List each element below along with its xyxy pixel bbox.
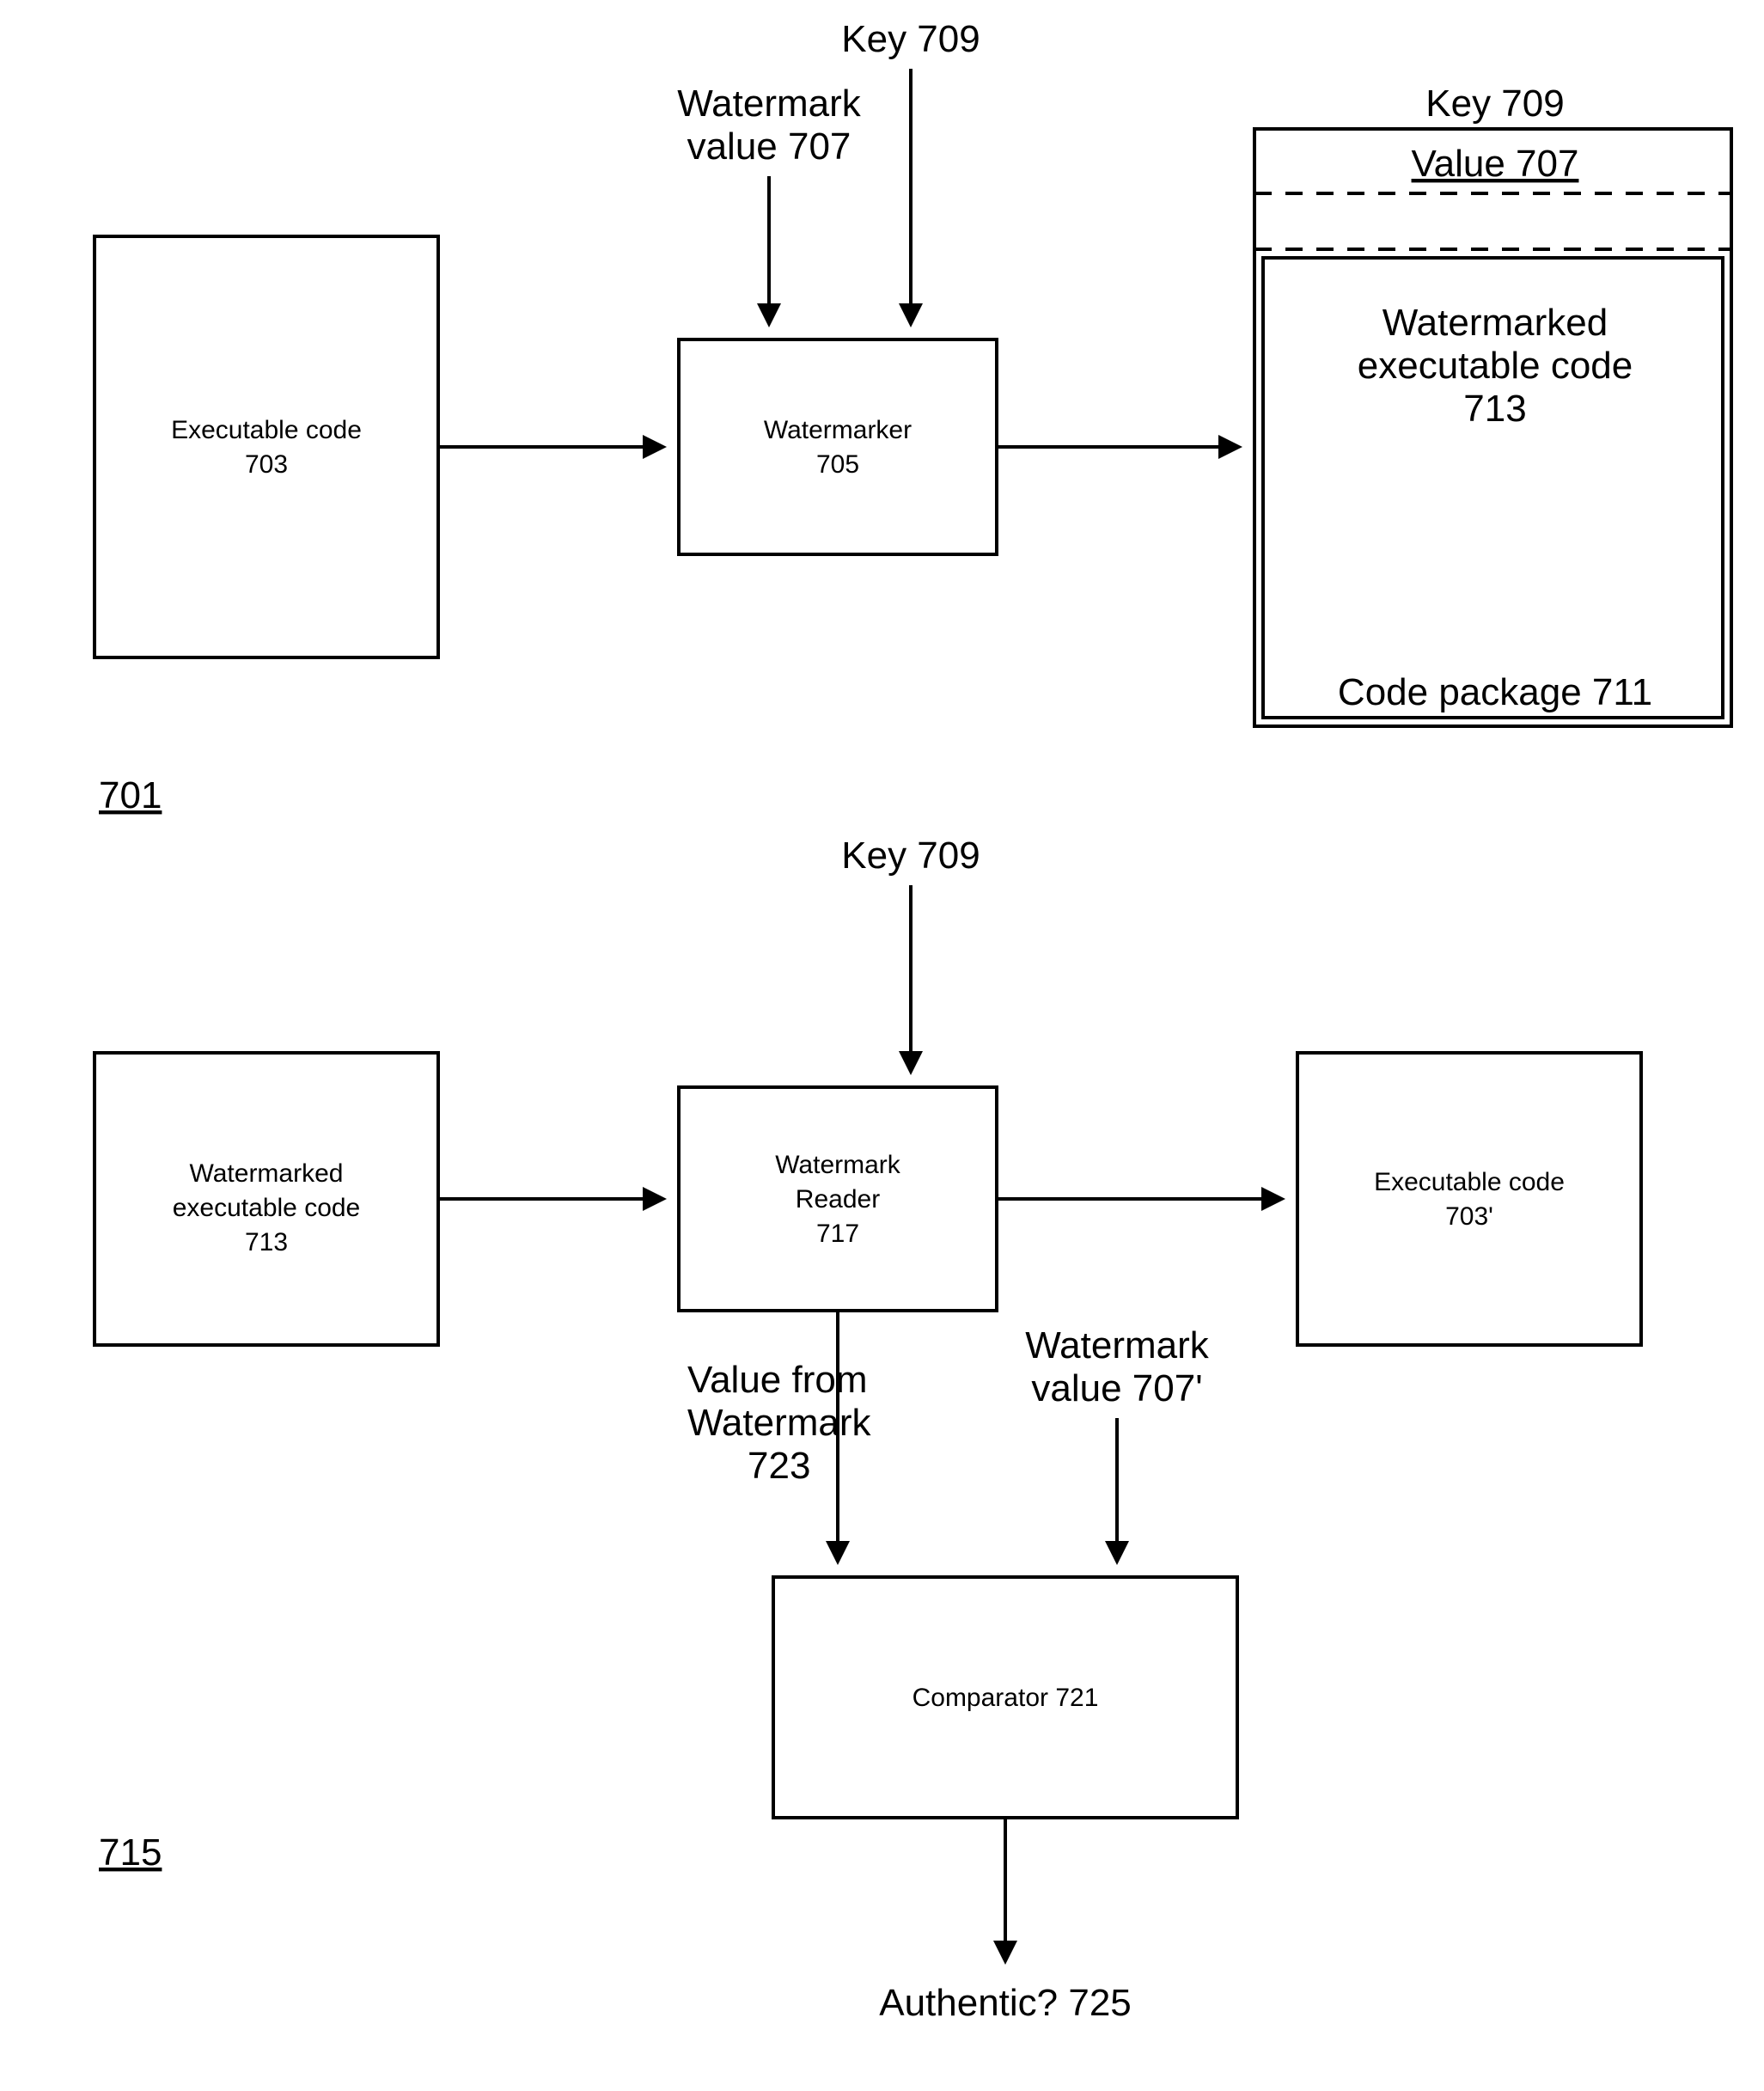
executable-code-line2: 703 <box>245 450 288 479</box>
watermark-reader-line1: Watermark <box>775 1151 901 1179</box>
executable-code-line1: Executable code <box>171 416 362 444</box>
package-body-line2: executable code <box>1358 345 1633 387</box>
watermarked-exec-code-line2: executable code <box>173 1194 361 1222</box>
watermarker-line1: Watermarker <box>764 416 912 444</box>
package-body-line3: 713 <box>1463 388 1526 430</box>
watermark-value-prime-line1: Watermark <box>1025 1324 1209 1366</box>
diagram-715-ref: 715 <box>99 1831 162 1874</box>
key-709-bottom-label: Key 709 <box>841 835 980 877</box>
watermarker-line2: 705 <box>816 450 859 479</box>
executable-code-out-box <box>1297 1053 1641 1345</box>
value-from-watermark-line3: 723 <box>748 1445 810 1487</box>
diagram-701-ref: 701 <box>99 774 162 816</box>
value-from-watermark-line1: Value from <box>687 1359 868 1401</box>
package-footer-label: Code package 711 <box>1338 671 1652 713</box>
comparator-label: Comparator 721 <box>913 1684 1099 1712</box>
watermark-value-prime-line2: value 707' <box>1031 1367 1202 1409</box>
watermark-value-label-line1: Watermark <box>677 83 861 125</box>
package-body-line1: Watermarked <box>1383 302 1608 344</box>
watermarked-exec-code-line3: 713 <box>245 1228 288 1256</box>
value-from-watermark-line2: Watermark <box>687 1402 871 1444</box>
watermarked-exec-code-line1: Watermarked <box>190 1159 344 1188</box>
watermarker-box <box>679 339 997 554</box>
key-709-top-label: Key 709 <box>841 18 980 60</box>
executable-code-out-line1: Executable code <box>1374 1168 1565 1196</box>
watermark-value-label-line2: value 707 <box>687 125 851 168</box>
package-value-label: Value 707 <box>1412 143 1579 185</box>
package-key-label: Key 709 <box>1425 83 1564 125</box>
authentic-label: Authentic? 725 <box>879 1982 1132 2024</box>
watermark-reader-line3: 717 <box>816 1220 859 1248</box>
executable-code-box <box>95 236 438 657</box>
executable-code-out-line2: 703' <box>1445 1202 1493 1231</box>
watermark-reader-line2: Reader <box>796 1185 880 1214</box>
